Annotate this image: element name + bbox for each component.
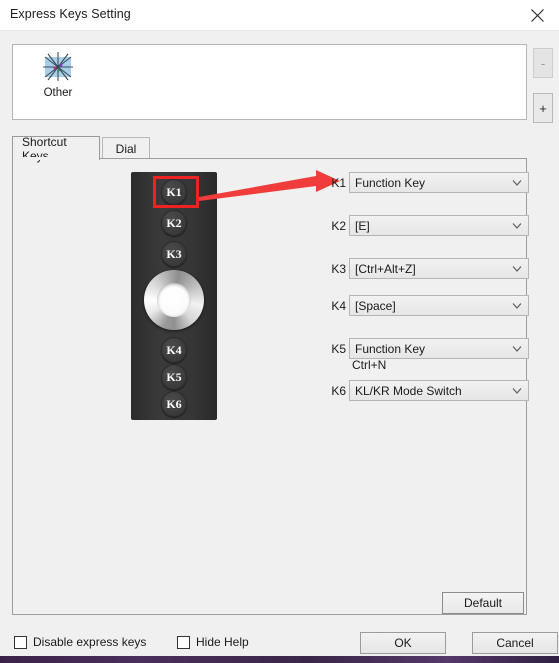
key-action-select-k1[interactable]: Function Key [349, 172, 529, 193]
disable-express-keys-label: Disable express keys [33, 635, 147, 649]
key-label-k4: K4 [331, 299, 346, 313]
tablet-key-k5[interactable]: K5 [161, 364, 187, 390]
key-action-value-k6: KL/KR Mode Switch [355, 384, 462, 398]
dial-wheel[interactable] [144, 270, 204, 330]
application-item-other[interactable]: Other [27, 51, 89, 99]
tab-strip: Shortcut Keys Dial [12, 135, 527, 163]
key-action-detail-k5: Ctrl+N [352, 358, 387, 372]
tablet-key-k4[interactable]: K4 [161, 337, 187, 363]
desktop-background-strip [0, 656, 559, 663]
key-action-select-k3[interactable]: [Ctrl+Alt+Z] [349, 258, 529, 279]
dial-center [157, 283, 191, 317]
tablet-illustration: K1 K2 K3 K4 K5 K6 [131, 172, 217, 420]
remove-application-button[interactable]: - [533, 48, 553, 78]
key-action-value-k3: [Ctrl+Alt+Z] [355, 262, 416, 276]
key-action-select-k2[interactable]: [E] [349, 215, 529, 236]
hide-help-label: Hide Help [196, 635, 249, 649]
application-item-label: Other [43, 87, 73, 99]
tablet-key-k6[interactable]: K6 [161, 391, 187, 417]
disable-express-keys-checkbox[interactable]: Disable express keys [14, 635, 146, 649]
ok-button[interactable]: OK [360, 632, 446, 654]
close-icon[interactable] [515, 0, 559, 30]
tab-active-notch [13, 157, 99, 160]
key-label-k6: K6 [331, 384, 346, 398]
key-action-select-k6[interactable]: KL/KR Mode Switch [349, 380, 529, 401]
tablet-key-k2[interactable]: K2 [161, 210, 187, 236]
checkbox-box-icon [177, 635, 190, 649]
express-keys-setting-window: Express Keys Setting Other - + Shortcut … [0, 0, 559, 656]
key-action-value-k5: Function Key [355, 342, 426, 356]
tablet-key-k1[interactable]: K1 [161, 179, 187, 205]
chevron-down-icon [512, 303, 522, 309]
key-action-select-k5[interactable]: Function Key [349, 338, 529, 359]
tab-dial[interactable]: Dial [102, 137, 150, 159]
application-list-panel: Other [12, 44, 527, 120]
title-bar: Express Keys Setting [0, 0, 559, 31]
key-label-k5: K5 [331, 342, 346, 356]
key-label-k2: K2 [331, 219, 346, 233]
chevron-down-icon [512, 388, 522, 394]
chevron-down-icon [512, 180, 522, 186]
chevron-down-icon [512, 346, 522, 352]
key-label-k1: K1 [331, 176, 346, 190]
window-title: Express Keys Setting [10, 7, 131, 21]
key-action-value-k2: [E] [355, 219, 370, 233]
add-application-button[interactable]: + [533, 93, 553, 123]
cancel-button[interactable]: Cancel [472, 632, 558, 654]
chevron-down-icon [512, 266, 522, 272]
checkbox-box-icon [14, 635, 27, 649]
key-action-value-k1: Function Key [355, 176, 426, 190]
tablet-key-k3[interactable]: K3 [161, 241, 187, 267]
key-action-value-k4: [Space] [355, 299, 396, 313]
hide-help-checkbox[interactable]: Hide Help [177, 635, 249, 649]
starburst-app-icon [43, 52, 73, 81]
chevron-down-icon [512, 223, 522, 229]
default-button[interactable]: Default [442, 592, 524, 614]
key-label-k3: K3 [331, 262, 346, 276]
key-action-select-k4[interactable]: [Space] [349, 295, 529, 316]
